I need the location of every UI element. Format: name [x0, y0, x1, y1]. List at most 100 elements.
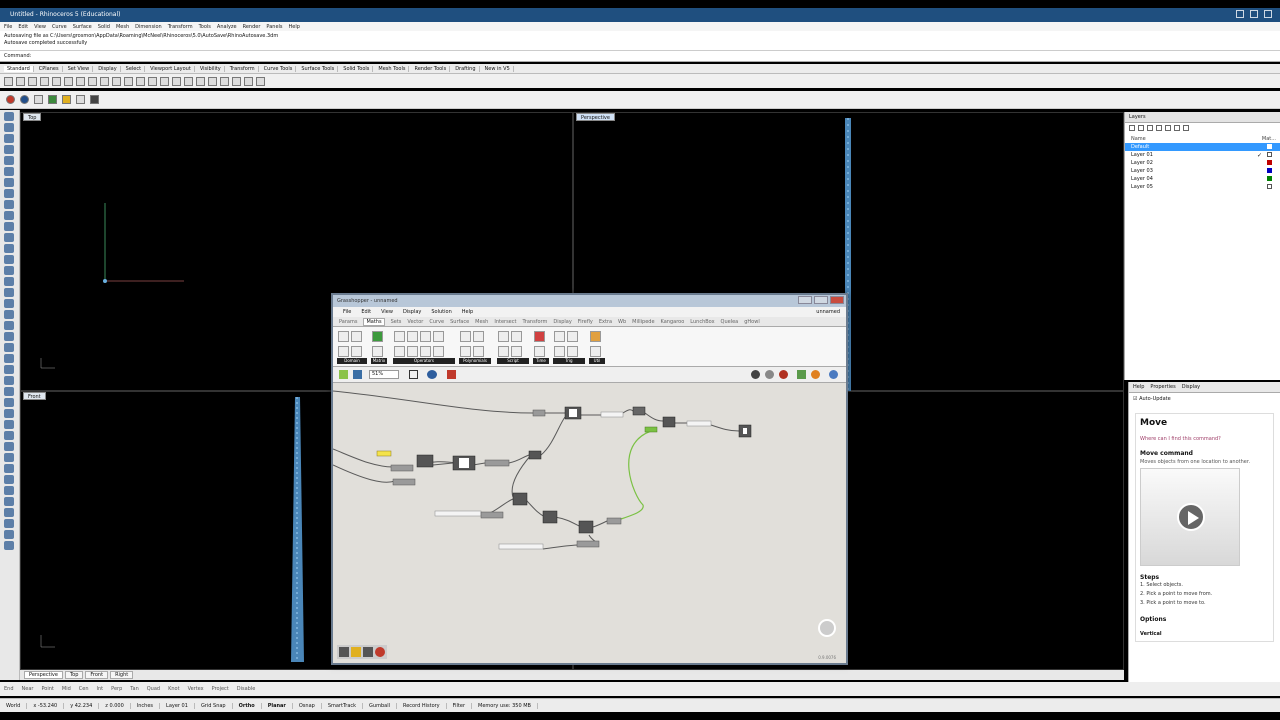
gh-document-name[interactable]: unnamed	[816, 309, 840, 315]
gh-param-selected[interactable]	[644, 426, 658, 433]
zoom-level-field[interactable]: 51%	[369, 370, 399, 379]
dimension-tool-icon[interactable]	[4, 431, 14, 440]
smaller-than-icon[interactable]	[433, 346, 444, 357]
sphere-tool-icon[interactable]	[4, 266, 14, 275]
tab-curve-tools[interactable]: Curve Tools	[261, 65, 297, 72]
hatch-tool-icon[interactable]	[4, 453, 14, 462]
menu-edit[interactable]: Edit	[18, 24, 28, 30]
sphere-render-icon[interactable]	[6, 95, 15, 104]
surface-tool-icon[interactable]	[4, 233, 14, 242]
menu-transform[interactable]: Transform	[168, 24, 193, 30]
move-up-icon[interactable]	[1156, 125, 1162, 131]
gh-tab-millipede[interactable]: Millipede	[632, 319, 654, 325]
gh-component[interactable]	[528, 450, 542, 460]
gh-close-button[interactable]	[830, 296, 844, 304]
menu-render[interactable]: Render	[243, 24, 261, 30]
python-icon[interactable]	[498, 346, 509, 357]
move-tool-icon[interactable]	[4, 310, 14, 319]
layer-icon[interactable]	[208, 76, 217, 86]
exp-icon[interactable]	[473, 331, 484, 342]
gh-tab-maths[interactable]: Maths	[363, 317, 385, 326]
play-icon[interactable]	[1177, 503, 1205, 531]
gh-tab-curve[interactable]: Curve	[429, 319, 444, 325]
four-view-icon[interactable]	[184, 76, 193, 86]
status-gumball[interactable]: Gumball	[363, 702, 397, 709]
cylinder-tool-icon[interactable]	[4, 277, 14, 286]
layer-row-05[interactable]: Layer 05	[1125, 183, 1280, 191]
status-units[interactable]: Inches	[131, 702, 161, 709]
osnap-quad[interactable]: Quad	[147, 686, 160, 692]
layer-color-swatch[interactable]	[1267, 160, 1272, 165]
new-sublayer-icon[interactable]	[1138, 125, 1144, 131]
gh-panel[interactable]	[600, 411, 624, 418]
status-layer[interactable]: Layer 01	[160, 702, 195, 709]
gh-tab-intersect[interactable]: Intersect	[494, 319, 516, 325]
minimize-button[interactable]	[1236, 10, 1244, 18]
render-tool-icon[interactable]	[4, 475, 14, 484]
osnap-end[interactable]: End	[4, 686, 14, 692]
scale-tool-icon[interactable]	[4, 343, 14, 352]
grasshopper-tool-icon[interactable]	[4, 497, 14, 506]
weighted-average-icon[interactable]	[590, 331, 601, 342]
menu-panels[interactable]: Panels	[266, 24, 282, 30]
tab-display[interactable]: Display	[95, 65, 121, 72]
gh-param[interactable]	[390, 464, 414, 472]
light-icon[interactable]	[62, 95, 71, 104]
gh-tab-kangaroo[interactable]: Kangaroo	[661, 319, 685, 325]
gh-param-number[interactable]	[532, 409, 546, 417]
status-ortho[interactable]: Ortho	[233, 702, 262, 709]
tab-cplanes[interactable]: CPlanes	[36, 65, 63, 72]
text-tool-icon[interactable]	[4, 442, 14, 451]
layer-tool-icon[interactable]	[4, 541, 14, 550]
camera-icon[interactable]	[90, 95, 99, 104]
gh-component[interactable]	[416, 454, 434, 468]
zoom-extents-icon[interactable]	[160, 76, 169, 86]
polyline-tool-icon[interactable]	[4, 134, 14, 143]
join-tool-icon[interactable]	[4, 398, 14, 407]
menu-help[interactable]: Help	[289, 24, 300, 30]
fillet-tool-icon[interactable]	[4, 211, 14, 220]
mesh-tool-icon[interactable]	[4, 288, 14, 297]
gh-component[interactable]	[578, 520, 594, 534]
gh-navigation-compass-icon[interactable]	[818, 619, 836, 637]
copy-tool-icon[interactable]	[4, 321, 14, 330]
tab-mesh-tools[interactable]: Mesh Tools	[375, 65, 410, 72]
gh-slider-input[interactable]	[376, 450, 392, 457]
tab-surface-tools[interactable]: Surface Tools	[298, 65, 339, 72]
paste-icon[interactable]	[88, 76, 97, 86]
tab-solid-tools[interactable]: Solid Tools	[340, 65, 374, 72]
menu-file[interactable]: File	[4, 24, 12, 30]
multiplication-icon[interactable]	[407, 331, 418, 342]
tab-render-tools[interactable]: Render Tools	[411, 65, 451, 72]
osnap-mid[interactable]: Mid	[62, 686, 71, 692]
osnap-int[interactable]: Int	[97, 686, 104, 692]
vp-tab-top[interactable]: Top	[64, 671, 84, 679]
gh-tab-params[interactable]: Params	[339, 319, 357, 325]
zoom-icon[interactable]	[136, 76, 145, 86]
preview-wire-icon[interactable]	[751, 370, 760, 379]
layer-color-swatch[interactable]	[1267, 144, 1272, 149]
tab-drafting[interactable]: Drafting	[452, 65, 480, 72]
curve-tool-icon[interactable]	[4, 145, 14, 154]
extrude-tool-icon[interactable]	[4, 244, 14, 253]
remap-icon[interactable]	[351, 346, 362, 357]
osnap-tan[interactable]: Tan	[130, 686, 138, 692]
modulus-icon[interactable]	[407, 346, 418, 357]
check-tool-icon[interactable]	[4, 508, 14, 517]
ellipse-tool-icon[interactable]	[4, 189, 14, 198]
environment-icon[interactable]	[48, 95, 57, 104]
undo-icon[interactable]	[100, 76, 109, 86]
gh-menu-display[interactable]: Display	[403, 309, 421, 315]
gh-tab-mesh[interactable]: Mesh	[475, 319, 488, 325]
rotate-tool-icon[interactable]	[4, 332, 14, 341]
gate-icon[interactable]	[420, 331, 431, 342]
tab-help[interactable]: Help	[1133, 384, 1144, 390]
osnap-point[interactable]: Point	[41, 686, 53, 692]
import-icon[interactable]	[52, 76, 61, 86]
filter-icon[interactable]	[1174, 125, 1180, 131]
gh-tab-vector[interactable]: Vector	[407, 319, 423, 325]
pan-icon[interactable]	[112, 76, 121, 86]
edit-points-tool-icon[interactable]	[4, 519, 14, 528]
gh-panel[interactable]	[434, 510, 482, 517]
array-tool-icon[interactable]	[4, 365, 14, 374]
